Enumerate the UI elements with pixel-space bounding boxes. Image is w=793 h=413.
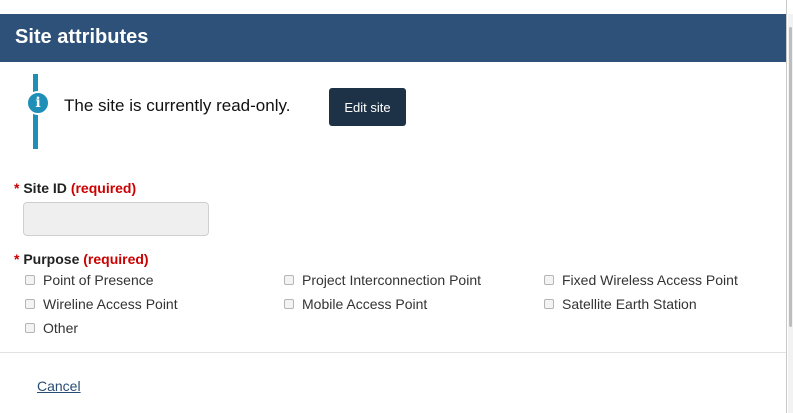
required-indicator: (required)	[83, 251, 149, 267]
required-indicator: (required)	[70, 180, 137, 196]
checkbox[interactable]	[25, 275, 35, 285]
option-label: Project Interconnection Point	[302, 272, 481, 288]
purpose-option-point-of-presence[interactable]: Point of Presence	[25, 272, 154, 288]
purpose-option-fixed-wireless-access-point[interactable]: Fixed Wireless Access Point	[544, 272, 738, 288]
purpose-option-other[interactable]: Other	[25, 320, 78, 336]
dialog-header: Site attributes	[0, 14, 786, 62]
read-only-message: The site is currently read-only.	[64, 96, 291, 115]
cancel-link[interactable]: Cancel	[37, 378, 81, 394]
checkbox[interactable]	[284, 299, 294, 309]
purpose-label: * Purpose (required)	[14, 251, 149, 267]
scrollbar-thumb[interactable]	[789, 27, 792, 327]
footer-divider	[0, 352, 786, 353]
purpose-label-text: Purpose	[23, 251, 80, 267]
option-label: Satellite Earth Station	[562, 296, 697, 312]
purpose-option-project-interconnection-point[interactable]: Project Interconnection Point	[284, 272, 481, 288]
site-id-label-text: Site ID	[23, 180, 67, 196]
option-label: Other	[43, 320, 79, 336]
checkbox[interactable]	[544, 275, 554, 285]
option-label: Point of Presence	[43, 272, 154, 288]
site-attributes-dialog: Site attributes i The site is currently …	[0, 0, 787, 413]
edit-site-button[interactable]: Edit site	[329, 88, 406, 126]
option-label: Fixed Wireless Access Point	[562, 272, 738, 288]
dialog-title: Site attributes	[15, 26, 149, 48]
checkbox[interactable]	[544, 299, 554, 309]
checkbox[interactable]	[25, 323, 35, 333]
purpose-option-wireline-access-point[interactable]: Wireline Access Point	[25, 296, 178, 312]
purpose-option-mobile-access-point[interactable]: Mobile Access Point	[284, 296, 427, 312]
checkbox[interactable]	[25, 299, 35, 309]
required-asterisk: *	[14, 180, 20, 196]
option-label: Wireline Access Point	[43, 296, 178, 312]
purpose-option-satellite-earth-station[interactable]: Satellite Earth Station	[544, 296, 697, 312]
checkbox[interactable]	[284, 275, 294, 285]
site-id-label: * Site ID (required)	[14, 180, 136, 196]
info-icon: i	[26, 91, 50, 115]
required-asterisk: *	[14, 251, 20, 267]
site-id-input[interactable]	[23, 202, 209, 236]
option-label: Mobile Access Point	[302, 296, 428, 312]
